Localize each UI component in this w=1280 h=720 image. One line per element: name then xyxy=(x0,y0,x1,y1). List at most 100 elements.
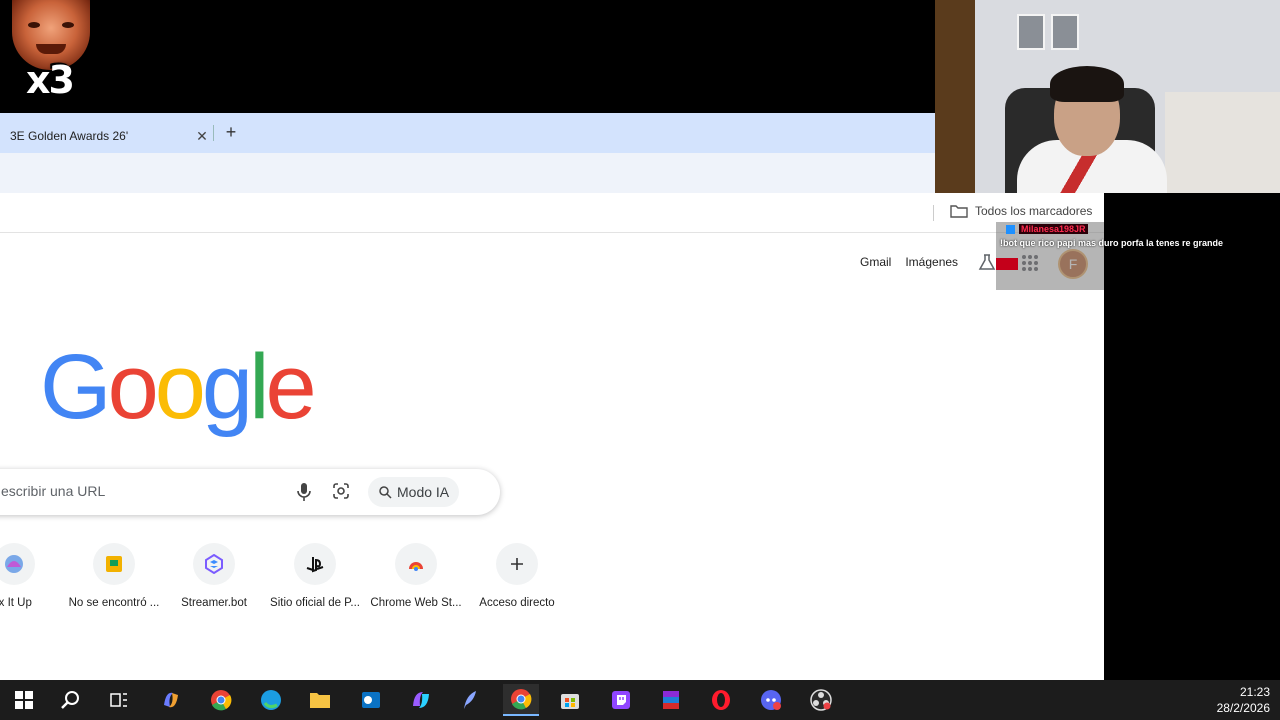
chat-username: Milanesa198JR xyxy=(1019,224,1088,234)
person-hair xyxy=(1050,66,1124,102)
shortcut-chrome-web-store[interactable]: Chrome Web St... xyxy=(366,543,466,609)
opera-icon xyxy=(710,689,732,711)
system-clock[interactable]: 21:23 28/2/2026 xyxy=(1217,684,1270,716)
wall-poster xyxy=(1051,14,1079,50)
bookmarks-divider xyxy=(933,205,934,221)
tab-separator xyxy=(213,125,214,141)
chat-badge-icon xyxy=(1006,224,1015,234)
playstation-icon xyxy=(306,557,324,573)
ai-mode-label: Modo IA xyxy=(397,484,450,500)
shortcut-label: Acceso directo xyxy=(479,597,555,609)
shortcut-label: Chrome Web St... xyxy=(370,597,462,609)
shortcut-add[interactable]: Acceso directo xyxy=(467,543,567,609)
new-tab-button[interactable]: + xyxy=(220,121,242,143)
shortcuts-grid: ix It Up No se encontró ... Streamer.bot… xyxy=(0,543,600,623)
task-view-icon xyxy=(109,690,129,710)
stream-overlay-top: x3 xyxy=(0,0,935,113)
copilot-taskbar-button[interactable] xyxy=(153,684,189,716)
tab-golden-awards[interactable]: 3E Golden Awards 26' ✕ xyxy=(0,119,212,153)
winrar-icon xyxy=(660,689,682,711)
task-view-taskbar-button[interactable] xyxy=(101,684,137,716)
discord-icon xyxy=(760,689,782,711)
shortcut-label: Sitio oficial de P... xyxy=(270,597,360,609)
google-sheets-icon xyxy=(106,556,122,572)
labs-flask-icon[interactable] xyxy=(978,253,996,271)
ai-mode-button[interactable]: Modo IA xyxy=(368,477,460,507)
logo-letter: G xyxy=(40,336,112,438)
shortcut-fix-it-up[interactable]: ix It Up xyxy=(0,543,64,609)
store-icon xyxy=(559,689,581,711)
copilot-icon xyxy=(160,689,182,711)
shortcut-playstation[interactable]: Sitio oficial de P... xyxy=(265,543,365,609)
gmail-link[interactable]: Gmail xyxy=(860,255,891,269)
shortcut-streamerbot[interactable]: Streamer.bot xyxy=(164,543,264,609)
opera-taskbar-button[interactable] xyxy=(703,684,739,716)
windows-start-taskbar-button[interactable] xyxy=(6,684,42,716)
logo-letter: g xyxy=(201,336,253,438)
store-taskbar-button[interactable] xyxy=(552,684,588,716)
obs-taskbar-button[interactable] xyxy=(803,684,839,716)
search-icon xyxy=(60,689,82,711)
bookmarks-bar: Todos los marcadores xyxy=(0,193,1104,233)
chrome-icon xyxy=(210,689,232,711)
chrome-web-store-icon xyxy=(409,562,423,571)
google-lens-icon[interactable] xyxy=(332,482,350,500)
winrar-taskbar-button[interactable] xyxy=(653,684,689,716)
obs-icon xyxy=(810,689,832,711)
search-placeholder: escribir una URL xyxy=(1,483,106,499)
all-bookmarks-label: Todos los marcadores xyxy=(975,204,1093,218)
chat-tag xyxy=(996,258,1018,270)
m365-icon xyxy=(410,689,432,711)
ai-mode-icon xyxy=(379,486,392,499)
fix-it-up-icon xyxy=(5,555,23,573)
shortcut-not-found[interactable]: No se encontró ... xyxy=(64,543,164,609)
tab-title: 3E Golden Awards 26' xyxy=(10,129,129,143)
webcam-overlay xyxy=(935,0,1280,193)
chat-user: Milanesa198JR xyxy=(1006,224,1088,234)
emote-eyes xyxy=(28,22,74,30)
stream-overlay-right xyxy=(1104,193,1280,680)
chrome-active-icon xyxy=(510,688,532,710)
close-tab-icon[interactable]: ✕ xyxy=(192,128,212,145)
google-logo: Google xyxy=(40,336,317,438)
wall-poster xyxy=(1017,14,1045,50)
shortcut-label: Streamer.bot xyxy=(181,597,247,609)
discord-taskbar-button[interactable] xyxy=(753,684,789,716)
logo-letter: o xyxy=(107,336,159,438)
screen: x3 3E Golden Awards 26' ✕ + Todos los ma… xyxy=(0,0,1280,720)
clock-date: 28/2/2026 xyxy=(1216,701,1270,715)
search-taskbar-button[interactable] xyxy=(53,684,89,716)
bed xyxy=(1165,92,1280,193)
address-toolbar[interactable] xyxy=(0,153,935,193)
twitch-taskbar-button[interactable] xyxy=(603,684,639,716)
taskbar: 21:23 28/2/2026 xyxy=(0,680,1280,720)
edge-taskbar-button[interactable] xyxy=(253,684,289,716)
chrome-taskbar-button[interactable] xyxy=(203,684,239,716)
shortcut-label: ix It Up xyxy=(0,597,32,609)
browser-window: 3E Golden Awards 26' ✕ + Todos los marca… xyxy=(0,113,1104,680)
m365-taskbar-button[interactable] xyxy=(403,684,439,716)
shortcut-label: No se encontró ... xyxy=(68,597,160,609)
all-bookmarks-button[interactable]: Todos los marcadores xyxy=(950,204,1092,218)
feather-app-icon xyxy=(460,689,480,711)
outlook-icon xyxy=(360,689,382,711)
file-explorer-taskbar-button[interactable] xyxy=(302,684,338,716)
streamerbot-icon xyxy=(205,554,223,574)
file-explorer-icon xyxy=(309,690,331,710)
chrome-active-taskbar-button[interactable] xyxy=(503,684,539,716)
outlook-taskbar-button[interactable] xyxy=(353,684,389,716)
emote-overlay: x3 xyxy=(6,0,92,104)
logo-letter: e xyxy=(265,336,317,438)
google-header-links: Gmail Imágenes xyxy=(860,255,958,269)
twitch-icon xyxy=(610,689,632,711)
add-icon xyxy=(511,558,523,570)
images-link[interactable]: Imágenes xyxy=(905,255,958,269)
chat-message: !bot que rico papi mas duro porfa la ten… xyxy=(1000,238,1224,248)
feather-app-taskbar-button[interactable] xyxy=(452,684,488,716)
search-box[interactable]: escribir una URL Modo IA xyxy=(0,469,500,515)
logo-letter: o xyxy=(154,336,206,438)
emote-multiplier: x3 xyxy=(26,58,75,102)
logo-letter: l xyxy=(249,336,270,438)
microphone-icon[interactable] xyxy=(296,482,312,502)
clock-time: 21:23 xyxy=(1239,685,1270,699)
